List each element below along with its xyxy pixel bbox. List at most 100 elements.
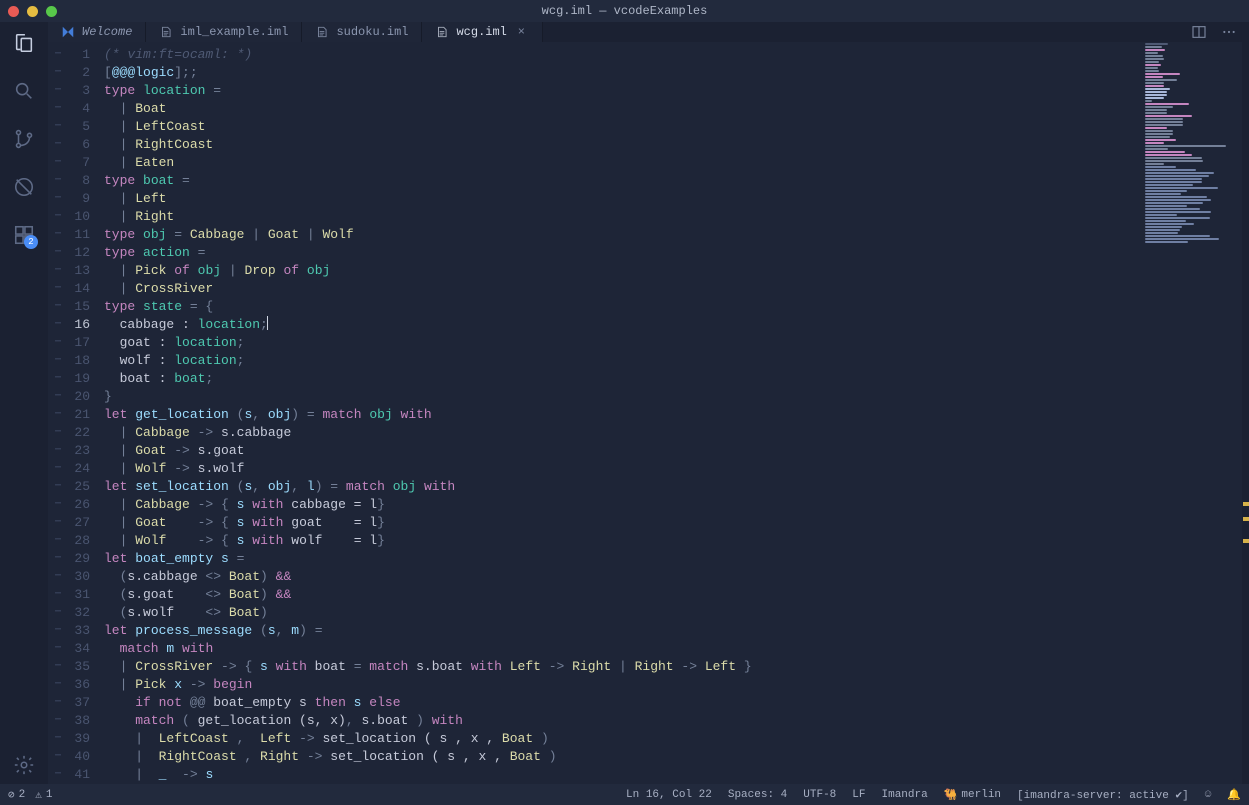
line-number[interactable]: 30 xyxy=(68,568,90,586)
line-number[interactable]: 18 xyxy=(68,352,90,370)
line-number[interactable]: 40 xyxy=(68,748,90,766)
codelens-hint-icon[interactable]: ⋯ xyxy=(48,586,68,604)
line-number[interactable]: 34 xyxy=(68,640,90,658)
imandra-server-status[interactable]: [imandra-server: active ✔] xyxy=(1009,788,1197,802)
codelens-hint-icon[interactable]: ⋯ xyxy=(48,532,68,550)
line-number[interactable]: 36 xyxy=(68,676,90,694)
explorer-icon[interactable] xyxy=(11,30,37,56)
codelens-hint-icon[interactable]: ⋯ xyxy=(48,118,68,136)
codelens-hint-icon[interactable]: ⋯ xyxy=(48,730,68,748)
line-number[interactable]: 6 xyxy=(68,136,90,154)
code-line[interactable]: | LeftCoast , Left -> set_location ( s ,… xyxy=(104,730,1129,748)
line-number[interactable]: 29 xyxy=(68,550,90,568)
codelens-hint-icon[interactable]: ⋯ xyxy=(48,280,68,298)
code-line[interactable]: (s.goat <> Boat) && xyxy=(104,586,1129,604)
errors-indicator[interactable]: ⊘ 2 ⚠ 1 xyxy=(0,788,60,802)
code-line[interactable]: if not @@ boat_empty s then s else xyxy=(104,694,1129,712)
codelens-hint-icon[interactable]: ⋯ xyxy=(48,712,68,730)
line-number[interactable]: 20 xyxy=(68,388,90,406)
line-number[interactable]: 23 xyxy=(68,442,90,460)
extensions-icon[interactable]: 2 xyxy=(11,222,37,248)
code-line[interactable]: let get_location (s, obj) = match obj wi… xyxy=(104,406,1129,424)
line-number[interactable]: 14 xyxy=(68,280,90,298)
codelens-hint-icon[interactable]: ⋯ xyxy=(48,496,68,514)
code-line[interactable]: type action = xyxy=(104,244,1129,262)
notifications-icon[interactable]: 🔔 xyxy=(1219,788,1249,802)
close-tab-icon[interactable]: × xyxy=(514,25,529,39)
codelens-hint-icon[interactable]: ⋯ xyxy=(48,748,68,766)
line-number[interactable]: 11 xyxy=(68,226,90,244)
codelens-hint-icon[interactable]: ⋯ xyxy=(48,64,68,82)
codelens-hint-icon[interactable]: ⋯ xyxy=(48,46,68,64)
code-line[interactable]: | Eaten xyxy=(104,154,1129,172)
code-line[interactable]: boat : boat; xyxy=(104,370,1129,388)
code-line[interactable]: | Left xyxy=(104,190,1129,208)
codelens-hint-icon[interactable]: ⋯ xyxy=(48,334,68,352)
code-line[interactable]: | Wolf -> { s with wolf = l} xyxy=(104,532,1129,550)
code-line[interactable]: let set_location (s, obj, l) = match obj… xyxy=(104,478,1129,496)
minimap[interactable] xyxy=(1139,42,1249,784)
codelens-hint-icon[interactable]: ⋯ xyxy=(48,82,68,100)
warning-marker[interactable] xyxy=(1243,502,1249,506)
codelens-hint-icon[interactable]: ⋯ xyxy=(48,100,68,118)
code-line[interactable]: | CrossRiver xyxy=(104,280,1129,298)
line-number[interactable]: 31 xyxy=(68,586,90,604)
line-number[interactable]: 25 xyxy=(68,478,90,496)
eol[interactable]: LF xyxy=(844,788,873,802)
code-line[interactable]: | Wolf -> s.wolf xyxy=(104,460,1129,478)
code-line[interactable]: | Goat -> s.goat xyxy=(104,442,1129,460)
code-line[interactable]: | Goat -> { s with goat = l} xyxy=(104,514,1129,532)
zoom-window-icon[interactable] xyxy=(46,6,57,17)
codelens-hint-icon[interactable]: ⋯ xyxy=(48,352,68,370)
codelens-hint-icon[interactable]: ⋯ xyxy=(48,460,68,478)
code-editor[interactable]: ⋯⋯⋯⋯⋯⋯⋯⋯⋯⋯⋯⋯⋯⋯⋯⋯⋯⋯⋯⋯⋯⋯⋯⋯⋯⋯⋯⋯⋯⋯⋯⋯⋯⋯⋯⋯⋯⋯⋯⋯… xyxy=(48,42,1139,784)
code-line[interactable]: type location = xyxy=(104,82,1129,100)
feedback-icon[interactable]: ☺ xyxy=(1197,788,1220,802)
code-line[interactable]: match m with xyxy=(104,640,1129,658)
code-line[interactable]: let process_message (s, m) = xyxy=(104,622,1129,640)
line-number[interactable]: 10 xyxy=(68,208,90,226)
tab-wcg[interactable]: wcg.iml × xyxy=(422,22,542,42)
encoding[interactable]: UTF-8 xyxy=(795,788,844,802)
codelens-hint-icon[interactable]: ⋯ xyxy=(48,190,68,208)
line-number[interactable]: 5 xyxy=(68,118,90,136)
minimize-window-icon[interactable] xyxy=(27,6,38,17)
indentation[interactable]: Spaces: 4 xyxy=(720,788,795,802)
codelens-hint-icon[interactable]: ⋯ xyxy=(48,640,68,658)
line-number[interactable]: 32 xyxy=(68,604,90,622)
code-line[interactable]: | RightCoast xyxy=(104,136,1129,154)
codelens-hint-icon[interactable]: ⋯ xyxy=(48,658,68,676)
codelens-hint-icon[interactable]: ⋯ xyxy=(48,226,68,244)
line-number[interactable]: 9 xyxy=(68,190,90,208)
tab-welcome[interactable]: Welcome xyxy=(48,22,146,42)
code-line[interactable]: | LeftCoast xyxy=(104,118,1129,136)
codelens-hint-icon[interactable]: ⋯ xyxy=(48,568,68,586)
line-number[interactable]: 26 xyxy=(68,496,90,514)
code-line[interactable]: | Cabbage -> { s with cabbage = l} xyxy=(104,496,1129,514)
code-line[interactable]: match ( get_location (s, x), s.boat ) wi… xyxy=(104,712,1129,730)
line-number[interactable]: 13 xyxy=(68,262,90,280)
close-window-icon[interactable] xyxy=(8,6,19,17)
code-line[interactable]: } xyxy=(104,388,1129,406)
warning-marker[interactable] xyxy=(1243,517,1249,521)
code-line[interactable]: | Boat xyxy=(104,100,1129,118)
line-number[interactable]: 17 xyxy=(68,334,90,352)
line-number[interactable]: 4 xyxy=(68,100,90,118)
line-number[interactable]: 38 xyxy=(68,712,90,730)
line-number[interactable]: 21 xyxy=(68,406,90,424)
line-number[interactable]: 33 xyxy=(68,622,90,640)
code-line[interactable]: (s.cabbage <> Boat) && xyxy=(104,568,1129,586)
codelens-hint-icon[interactable]: ⋯ xyxy=(48,514,68,532)
code-line[interactable]: (* vim:ft=ocaml: *) xyxy=(104,46,1129,64)
code-line[interactable]: | _ -> s xyxy=(104,766,1129,784)
line-number[interactable]: 15 xyxy=(68,298,90,316)
search-icon[interactable] xyxy=(11,78,37,104)
codelens-hint-icon[interactable]: ⋯ xyxy=(48,154,68,172)
codelens-hint-icon[interactable]: ⋯ xyxy=(48,316,68,334)
code-line[interactable]: | RightCoast , Right -> set_location ( s… xyxy=(104,748,1129,766)
code-line[interactable]: (s.wolf <> Boat) xyxy=(104,604,1129,622)
codelens-hint-icon[interactable]: ⋯ xyxy=(48,478,68,496)
line-number[interactable]: 41 xyxy=(68,766,90,784)
codelens-hint-icon[interactable]: ⋯ xyxy=(48,172,68,190)
code-line[interactable]: cabbage : location; xyxy=(104,316,1129,334)
